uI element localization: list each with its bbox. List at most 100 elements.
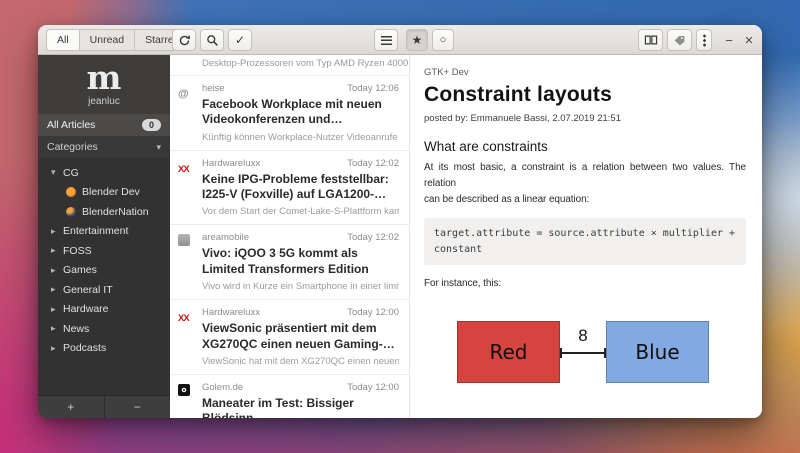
feed-tree: ▾ CG Blender Dev BlenderNation ▸ Enterta… — [38, 158, 170, 395]
expander-icon: ▸ — [51, 245, 56, 256]
categories-header[interactable]: Categories ▾ — [38, 136, 170, 158]
close-icon: × — [744, 31, 754, 49]
item-title: Vivo: iQOO 3 5G kommt als Limited Transf… — [202, 246, 369, 276]
code-block: target.attribute = source.attribute × mu… — [424, 218, 746, 265]
sidebar-item-entertainment[interactable]: ▸ Entertainment — [38, 222, 170, 242]
article-list[interactable]: Desktop-Prozessoren vom Typ AMD Ryzen 40… — [170, 55, 410, 418]
sidebar-footer: + − — [38, 395, 170, 418]
search-icon — [206, 34, 218, 46]
filter-group: All Unread Starred — [46, 29, 191, 51]
item-summary: Künftig können Workplace-Nutzer Videoanr… — [202, 131, 399, 143]
connector-line — [560, 348, 606, 358]
unread-toggle-button[interactable]: ○ — [432, 29, 454, 51]
item-summary: ViewSonic hat mit dem XG270QC einen neue… — [202, 355, 399, 367]
list-item[interactable]: Golem.de Today 12:00 Maneater im Test: B… — [170, 375, 409, 418]
more-menu-button[interactable] — [696, 29, 712, 51]
refresh-icon — [179, 34, 190, 45]
sidebar-item-news[interactable]: ▸ News — [38, 319, 170, 339]
item-title: Facebook Workplace mit neuen Videokonfer… — [202, 97, 382, 127]
search-button[interactable] — [200, 29, 224, 51]
feed-name: heise — [202, 83, 225, 94]
list-item[interactable]: XX Hardwareluxx Today 12:02 Keine IPG-Pr… — [170, 151, 409, 226]
refresh-button[interactable] — [172, 29, 196, 51]
list-item-partial[interactable]: Desktop-Prozessoren vom Typ AMD Ryzen 40… — [170, 55, 409, 76]
all-articles-label: All Articles — [47, 119, 96, 131]
category-label: CG — [63, 166, 79, 179]
hardwareluxx-favicon: XX — [178, 163, 190, 175]
minus-icon: − — [133, 400, 141, 414]
add-feed-button[interactable]: + — [38, 396, 105, 418]
expander-icon: ▸ — [51, 225, 56, 236]
paragraph: For instance, this: — [424, 278, 502, 289]
expander-icon: ▸ — [51, 342, 56, 353]
item-date: Today 12:00 — [347, 381, 399, 393]
category-label: Entertainment — [63, 225, 129, 238]
item-date: Today 12:00 — [347, 307, 399, 319]
expander-icon: ▾ — [51, 167, 56, 178]
chevron-down-icon: ▾ — [156, 141, 161, 152]
item-date: Today 12:06 — [347, 83, 399, 94]
item-date: Today 12:02 — [347, 232, 399, 244]
list-item[interactable]: areamobile Today 12:02 Vivo: iQOO 3 5G k… — [170, 225, 409, 301]
sidebar-item-podcasts[interactable]: ▸ Podcasts — [38, 339, 170, 359]
sidebar-item-all-articles[interactable]: All Articles 0 — [38, 114, 170, 136]
kebab-icon — [702, 33, 706, 47]
filter-unread-button[interactable]: Unread — [80, 30, 136, 50]
minimize-button[interactable]: − — [720, 29, 738, 51]
bookmarks-button[interactable] — [638, 29, 663, 51]
category-label: Podcasts — [63, 342, 107, 355]
item-summary: Vivo wird in Kürze ein Smartphone in ein… — [202, 281, 399, 293]
headerbar[interactable]: All Unread Starred ✓ ★ ○ − × — [38, 25, 762, 55]
category-label: FOSS — [63, 244, 92, 257]
feed-label: BlenderNation — [82, 205, 149, 218]
category-label: General IT — [63, 283, 113, 296]
areamobile-favicon — [178, 234, 190, 247]
sidebar-item-general-it[interactable]: ▸ General IT — [38, 280, 170, 300]
account-header: m jeanluc — [38, 55, 170, 114]
expander-icon: ▸ — [51, 303, 56, 314]
article-byline: posted by: Emmanuele Bassi, 2.07.2019 21… — [424, 113, 621, 124]
item-summary: Vor dem Start der Comet-Lake-S-Plattform… — [202, 206, 399, 218]
paragraph: At its most basic, a constraint is a rel… — [424, 162, 746, 189]
article-pane[interactable]: GTK+ Dev Constraint layouts posted by: E… — [410, 55, 762, 418]
feedreader-window: All Unread Starred ✓ ★ ○ − × m jeanluc A… — [38, 25, 762, 418]
constraint-diagram: Red 8 Blue — [424, 293, 746, 413]
article-feed-label: GTK+ Dev — [424, 67, 469, 78]
category-label: Hardware — [63, 303, 109, 316]
sidebar-item-blendernation[interactable]: BlenderNation — [38, 202, 170, 222]
filter-all-label: All — [57, 34, 69, 46]
star-toggle-button[interactable]: ★ — [406, 29, 428, 51]
blue-box: Blue — [606, 321, 709, 383]
spacing-label: 8 — [578, 326, 588, 345]
expander-icon: ▸ — [51, 264, 56, 275]
code-line: constant — [434, 243, 483, 255]
expander-icon: ▸ — [51, 323, 56, 334]
category-label: Games — [63, 264, 97, 277]
item-title: ViewSonic präsentiert mit dem XG270QC ei… — [202, 321, 383, 351]
blendernation-favicon — [66, 206, 76, 217]
list-menu-button[interactable] — [374, 29, 398, 51]
item-summary: Desktop-Prozessoren vom Typ AMD Ryzen 40… — [202, 58, 409, 69]
sidebar-item-foss[interactable]: ▸ FOSS — [38, 241, 170, 261]
unread-count-badge: 0 — [141, 119, 161, 131]
feed-name: Hardwareluxx — [202, 307, 261, 319]
filter-all-button[interactable]: All — [47, 30, 80, 50]
check-icon: ✓ — [234, 33, 246, 47]
sidebar-item-cg[interactable]: ▾ CG — [38, 163, 170, 183]
sidebar-item-games[interactable]: ▸ Games — [38, 261, 170, 281]
golem-favicon — [178, 383, 190, 396]
feed-name: areamobile — [202, 232, 249, 244]
close-button[interactable]: × — [740, 29, 758, 51]
sidebar-item-hardware[interactable]: ▸ Hardware — [38, 300, 170, 320]
tag-button[interactable] — [667, 29, 692, 51]
code-line: target.attribute = source.attribute × mu… — [434, 228, 736, 239]
desktop-wallpaper: All Unread Starred ✓ ★ ○ − × m jeanluc A… — [0, 0, 800, 453]
sidebar-item-blender-dev[interactable]: Blender Dev — [38, 183, 170, 203]
list-item[interactable]: XX Hardwareluxx Today 12:00 ViewSonic pr… — [170, 300, 409, 375]
filter-unread-label: Unread — [89, 34, 125, 46]
app-logo: m — [86, 58, 122, 97]
mark-read-button[interactable]: ✓ — [228, 29, 252, 51]
book-icon — [644, 35, 657, 45]
remove-feed-button[interactable]: − — [105, 396, 171, 418]
list-item[interactable]: @ heise Today 12:06 Facebook Workplace m… — [170, 76, 409, 151]
